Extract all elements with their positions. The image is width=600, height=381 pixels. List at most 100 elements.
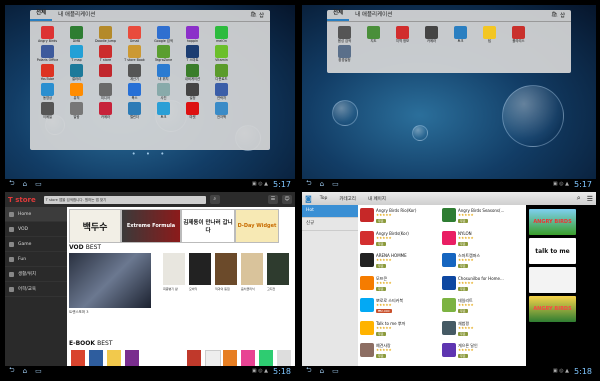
- tab-top[interactable]: Top: [320, 196, 328, 201]
- market-app-row[interactable]: Angry Birds Seasons(... ★★★★★ 무료: [442, 208, 522, 230]
- ebook-cover[interactable]: [241, 350, 255, 366]
- market-logo-icon[interactable]: ◙: [305, 195, 312, 203]
- ebook-cover[interactable]: [125, 350, 139, 366]
- app-icon[interactable]: Polaris Office: [36, 45, 59, 62]
- app-icon[interactable]: Vitamin: [210, 45, 233, 62]
- price-badge[interactable]: 무료: [458, 286, 468, 291]
- app-icon[interactable]: 뮤직: [65, 83, 88, 100]
- app-icon[interactable]: 카메라: [420, 26, 443, 43]
- app-icon[interactable]: 알람: [65, 102, 88, 119]
- market-app-row[interactable]: 예견사랑 ★★★★★ 무료: [360, 343, 440, 365]
- shop-button[interactable]: 🛍 샵: [250, 11, 264, 19]
- ebook-cover[interactable]: [259, 350, 273, 366]
- ebook-cover[interactable]: [89, 350, 103, 366]
- back-icon[interactable]: ⮌: [306, 179, 312, 190]
- price-badge[interactable]: 무료: [458, 219, 468, 223]
- back-icon[interactable]: ⮌: [306, 366, 312, 377]
- app-icon[interactable]: 내비게이션: [181, 64, 204, 81]
- price-badge[interactable]: 무료: [376, 241, 386, 246]
- tab-all[interactable]: 전체: [30, 8, 53, 21]
- tab-my-page[interactable]: 내 페이지: [368, 196, 386, 202]
- home-icon[interactable]: ⌂: [320, 367, 324, 375]
- home-icon[interactable]: ⌂: [320, 180, 324, 188]
- price-badge[interactable]: ₩2,000: [376, 309, 392, 313]
- app-icon[interactable]: Gmail: [123, 26, 146, 43]
- price-badge[interactable]: 무료: [458, 331, 468, 336]
- sidebar-item-game[interactable]: Game: [5, 237, 67, 252]
- app-icon[interactable]: T store Book: [123, 45, 146, 62]
- tab-all[interactable]: 전체: [327, 8, 350, 21]
- search-icon[interactable]: ⌕: [577, 194, 581, 203]
- menu-icon[interactable]: ☰: [587, 195, 593, 203]
- vod-featured[interactable]: [69, 253, 151, 308]
- shop-button[interactable]: 🛍 샵: [551, 11, 565, 19]
- app-icon[interactable]: hoppin: [181, 26, 204, 43]
- vod-poster[interactable]: [241, 253, 263, 285]
- vod-poster[interactable]: [163, 253, 185, 285]
- price-badge[interactable]: 무료: [376, 264, 386, 268]
- tab-category[interactable]: 카테고리: [339, 196, 356, 202]
- app-icon[interactable]: 음성 검색: [333, 26, 356, 43]
- app-icon[interactable]: 지역 정보: [391, 26, 414, 43]
- app-icon[interactable]: 사진: [152, 83, 175, 100]
- user-icon[interactable]: ☺: [282, 195, 292, 204]
- ebook-cover[interactable]: [71, 350, 85, 366]
- ebook-cover[interactable]: [187, 350, 201, 366]
- app-icon[interactable]: T map: [65, 45, 88, 62]
- app-icon[interactable]: T store: [94, 45, 117, 62]
- recent-apps-icon[interactable]: ▭: [332, 367, 339, 375]
- ebook-cover[interactable]: [107, 350, 121, 366]
- price-badge[interactable]: 무료: [458, 241, 468, 246]
- market-app-row[interactable]: 채범펑 ★★★★★ 무료: [442, 320, 522, 343]
- market-app-row[interactable]: 뽀로로 스티커북 ★★★★★ ₩2,000: [360, 298, 440, 320]
- market-app-row[interactable]: Chosunilbo for Home... ★★★★★ 무료: [442, 275, 522, 298]
- ebook-cover[interactable]: [277, 350, 291, 366]
- app-icon[interactable]: 캘린더: [123, 102, 146, 119]
- app-icon[interactable]: 내 위치: [152, 64, 175, 81]
- price-badge[interactable]: 무료: [376, 219, 386, 223]
- app-icon[interactable]: 카메라: [94, 102, 117, 119]
- search-icon[interactable]: ⌕: [209, 195, 220, 204]
- app-icon[interactable]: TegraZone: [152, 45, 175, 62]
- sidebar-item-vod[interactable]: VOD: [5, 222, 67, 237]
- app-icon[interactable]: Doodle Jump: [94, 26, 117, 43]
- app-icon[interactable]: T 스마트: [181, 45, 204, 62]
- app-icon[interactable]: 미디어: [94, 83, 117, 100]
- price-badge[interactable]: 무료: [458, 309, 468, 313]
- vod-poster[interactable]: [215, 253, 237, 285]
- app-icon[interactable]: 동영상: [36, 83, 59, 100]
- banner-3[interactable]: 김제동이 만나러 갑니다: [181, 209, 235, 243]
- category-new[interactable]: 신규: [302, 218, 358, 231]
- tstore-logo[interactable]: T store: [8, 196, 36, 204]
- category-hot[interactable]: Hot: [302, 205, 358, 218]
- banner-2[interactable]: Extreme Formula: [121, 209, 181, 243]
- app-icon[interactable]: 설정: [181, 83, 204, 100]
- vod-poster[interactable]: [189, 253, 211, 285]
- sidebar-item-edu[interactable]: 어학/교육: [5, 282, 67, 297]
- app-icon[interactable]: 전자책: [210, 102, 233, 119]
- price-badge[interactable]: 무료: [458, 264, 468, 268]
- price-badge[interactable]: 무료: [458, 354, 468, 358]
- app-icon[interactable]: Google 검색: [152, 26, 175, 43]
- market-app-row[interactable]: 스마트캠퍼스 ★★★★★ 무료: [442, 253, 522, 275]
- market-app-row[interactable]: NYLON ★★★★★ 무료: [442, 230, 522, 253]
- search-input[interactable]: T store 앱을 검색합니다. 원하는 앱 찾기: [43, 195, 206, 204]
- recent-apps-icon[interactable]: ▭: [35, 180, 42, 188]
- app-icon[interactable]: Angry Birds: [36, 26, 59, 43]
- tab-my-apps[interactable]: 내 애플리케이션: [349, 10, 398, 21]
- tab-my-apps[interactable]: 내 애플리케이션: [52, 10, 101, 21]
- price-badge[interactable]: 무료: [376, 354, 386, 358]
- sidebar-item-fun[interactable]: Fun: [5, 252, 67, 267]
- app-icon[interactable]: melOn: [210, 26, 233, 43]
- app-icon[interactable]: 이메일: [36, 102, 59, 119]
- vod-poster[interactable]: [267, 253, 289, 285]
- price-badge[interactable]: 무료: [376, 331, 386, 336]
- app-icon[interactable]: 토크: [449, 26, 472, 43]
- back-icon[interactable]: ⮌: [9, 179, 15, 190]
- market-app-row[interactable]: 데일리트 ★★★★★ 무료: [442, 298, 522, 320]
- market-app-row[interactable]: Angry Birds Rio(Kor) ★★★★★ 무료: [360, 208, 440, 230]
- menu-icon[interactable]: ☰: [268, 195, 278, 204]
- app-icon[interactable]: 갤러리: [65, 64, 88, 81]
- ad-banner[interactable]: ANGRY BIRDS: [529, 209, 576, 235]
- app-icon[interactable]: 팁: [478, 26, 501, 43]
